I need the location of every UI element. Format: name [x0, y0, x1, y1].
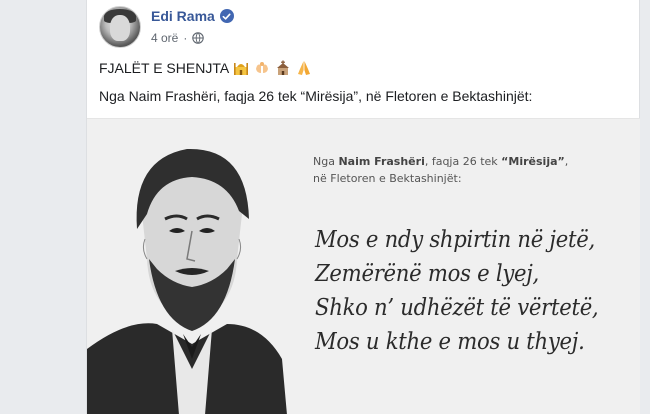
image-caption: Nga Naim Frashëri, faqja 26 tek “Mirësij… [313, 153, 568, 187]
page-background-left [0, 0, 86, 414]
poem-line: Shko n’ udhëzët të vërtetë, [315, 295, 599, 321]
avatar[interactable] [99, 6, 141, 48]
post-text-line-1: FJALËT E SHENJTA [99, 60, 312, 76]
caption-title: “Mirësija” [501, 155, 565, 168]
globe-icon[interactable] [192, 32, 205, 44]
poem-line: Mos e ndy shpirtin në jetë, [315, 227, 595, 253]
caption-prefix: Nga [313, 155, 339, 168]
post-headline: FJALËT E SHENJTA [99, 60, 229, 76]
mosque-emoji-icon [233, 60, 249, 76]
poem-line: Mos u kthe e mos u thyej. [315, 329, 585, 355]
page-background-right [640, 0, 650, 414]
verified-badge-icon [219, 9, 234, 23]
author-row: Edi Rama [151, 8, 234, 24]
post-image[interactable]: Nga Naim Frashëri, faqja 26 tek “Mirësij… [87, 118, 641, 414]
separator-dot: · [183, 31, 188, 45]
caption-line-1: Nga Naim Frashëri, faqja 26 tek “Mirësij… [313, 153, 568, 170]
poem-text: Mos e ndy shpirtin në jetë, Zemërënë mos… [315, 223, 623, 359]
praying-hands-emoji-icon [296, 60, 312, 76]
caption-line-2: në Fletoren e Bektashinjët: [313, 172, 462, 185]
hands-emoji-icon [254, 60, 270, 76]
author-name-link[interactable]: Edi Rama [151, 8, 215, 24]
caption-end: , [564, 155, 569, 168]
post-text-line-2: Nga Naim Frashëri, faqja 26 tek “Mirësij… [99, 88, 533, 104]
post-meta: 4 orë · [151, 31, 205, 45]
post-card: Edi Rama 4 orë · FJALËT E SHENJTA Nga Na… [86, 0, 641, 414]
caption-author: Naim Frashëri [338, 155, 425, 168]
caption-mid: , faqja 26 tek [424, 155, 502, 168]
church-emoji-icon [275, 60, 291, 76]
poem-line: Zemërënë mos e lyej, [315, 261, 539, 287]
portrait-illustration [87, 119, 297, 414]
avatar-face [110, 15, 130, 41]
post-timestamp-link[interactable]: 4 orë [151, 31, 178, 45]
